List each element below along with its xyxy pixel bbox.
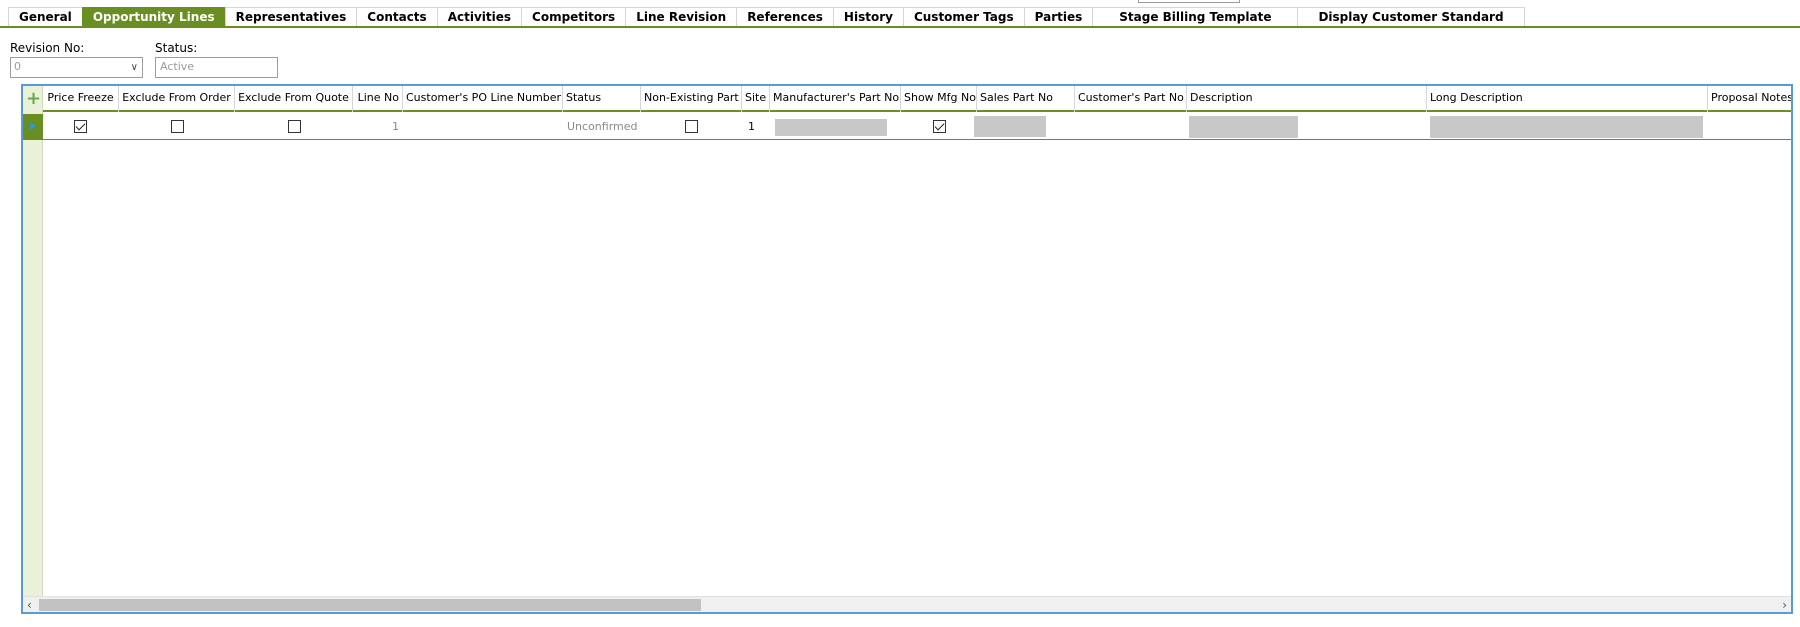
- col-manufacturers-part-no[interactable]: Manufacturer's Part No: [770, 86, 901, 112]
- revision-value: 0: [14, 60, 21, 73]
- tab-history[interactable]: History: [832, 7, 904, 27]
- description-redacted: [1189, 116, 1298, 138]
- tab-activities[interactable]: Activities: [436, 7, 523, 27]
- col-non-existing-part[interactable]: Non-Existing Part: [641, 86, 742, 112]
- scroll-right-icon[interactable]: ›: [1782, 597, 1787, 612]
- manufacturers-part-no-redacted: [775, 119, 887, 136]
- chevron-down-icon[interactable]: ∨: [131, 62, 138, 73]
- row-header-strip: [23, 86, 43, 612]
- status-value: Active: [160, 60, 195, 73]
- tab-line-revision[interactable]: Line Revision: [625, 7, 738, 27]
- tab-display-customer-standard[interactable]: Display Customer Standard: [1297, 7, 1525, 27]
- status-cell: Unconfirmed: [567, 120, 638, 133]
- table-row[interactable]: 1 Unconfirmed 1: [43, 114, 1791, 140]
- status-field[interactable]: Active: [155, 57, 278, 78]
- line-no-cell: 1: [392, 120, 399, 133]
- col-sales-part-no[interactable]: Sales Part No: [977, 86, 1075, 112]
- col-exclude-from-order[interactable]: Exclude From Order: [119, 86, 235, 112]
- revision-label: Revision No:: [10, 41, 85, 55]
- scroll-left-icon[interactable]: ‹: [27, 597, 32, 612]
- col-description[interactable]: Description: [1187, 86, 1427, 112]
- top-panel-edge: [1138, 0, 1240, 3]
- col-customer-po-line-number[interactable]: Customer's PO Line Number: [403, 86, 563, 112]
- plus-icon[interactable]: +: [26, 90, 41, 108]
- current-row-icon: [30, 122, 36, 130]
- tab-general[interactable]: General: [8, 7, 83, 27]
- tab-parties[interactable]: Parties: [1023, 7, 1094, 27]
- tab-bar: General Opportunity Lines Representative…: [8, 7, 1525, 27]
- tab-underline: [0, 26, 1800, 28]
- col-price-freeze[interactable]: Price Freeze: [43, 86, 119, 112]
- col-proposal-notes[interactable]: Proposal Notes: [1708, 86, 1791, 112]
- exclude-from-quote-checkbox[interactable]: [288, 120, 301, 133]
- non-existing-part-checkbox[interactable]: [685, 120, 698, 133]
- tab-customer-tags[interactable]: Customer Tags: [902, 7, 1025, 27]
- sales-part-no-redacted: [974, 116, 1046, 137]
- long-description-redacted: [1430, 116, 1703, 138]
- price-freeze-checkbox[interactable]: [74, 120, 87, 133]
- horizontal-scrollbar[interactable]: ‹ ›: [23, 596, 1791, 612]
- col-customers-part-no[interactable]: Customer's Part No: [1075, 86, 1187, 112]
- col-exclude-from-quote[interactable]: Exclude From Quote: [235, 86, 353, 112]
- exclude-from-order-checkbox[interactable]: [171, 120, 184, 133]
- grid-header: Price Freeze Exclude From Order Exclude …: [43, 86, 1791, 112]
- col-line-no[interactable]: Line No: [353, 86, 403, 112]
- site-cell: 1: [748, 120, 755, 133]
- col-show-mfg-no[interactable]: Show Mfg No: [901, 86, 977, 112]
- tab-stage-billing-template[interactable]: Stage Billing Template: [1092, 7, 1299, 27]
- col-status[interactable]: Status: [563, 86, 641, 112]
- tab-contacts[interactable]: Contacts: [356, 7, 438, 27]
- customer-po-line-cell: [403, 114, 563, 140]
- tab-references[interactable]: References: [736, 7, 834, 27]
- show-mfg-no-checkbox[interactable]: [933, 120, 946, 133]
- revision-select[interactable]: 0 ∨: [10, 57, 143, 78]
- col-long-description[interactable]: Long Description: [1427, 86, 1708, 112]
- col-site[interactable]: Site: [742, 86, 770, 112]
- scroll-thumb[interactable]: [39, 599, 701, 611]
- status-label: Status:: [155, 41, 198, 55]
- tab-competitors[interactable]: Competitors: [521, 7, 627, 27]
- tab-opportunity-lines[interactable]: Opportunity Lines: [81, 7, 226, 27]
- opportunity-lines-grid: + Price Freeze Exclude From Order Exclud…: [21, 84, 1793, 614]
- current-row-marker[interactable]: [23, 114, 43, 140]
- tab-representatives[interactable]: Representatives: [224, 7, 358, 27]
